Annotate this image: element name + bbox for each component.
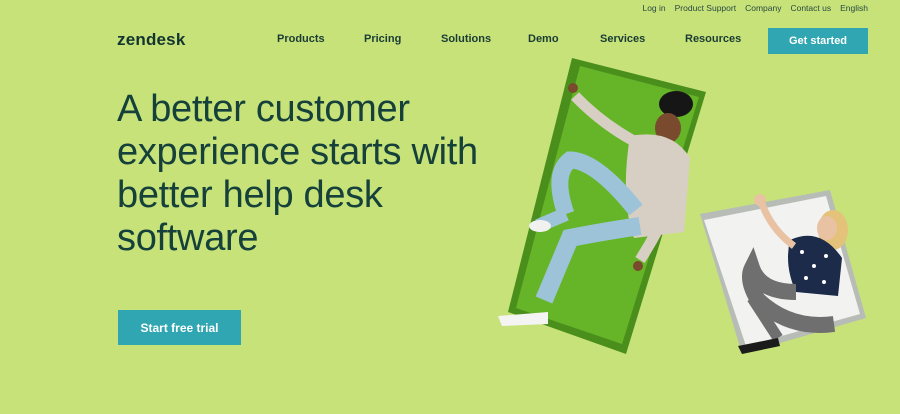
hero-illustration — [498, 58, 866, 354]
white-frame-image — [700, 190, 866, 354]
green-frame-image — [498, 58, 706, 354]
